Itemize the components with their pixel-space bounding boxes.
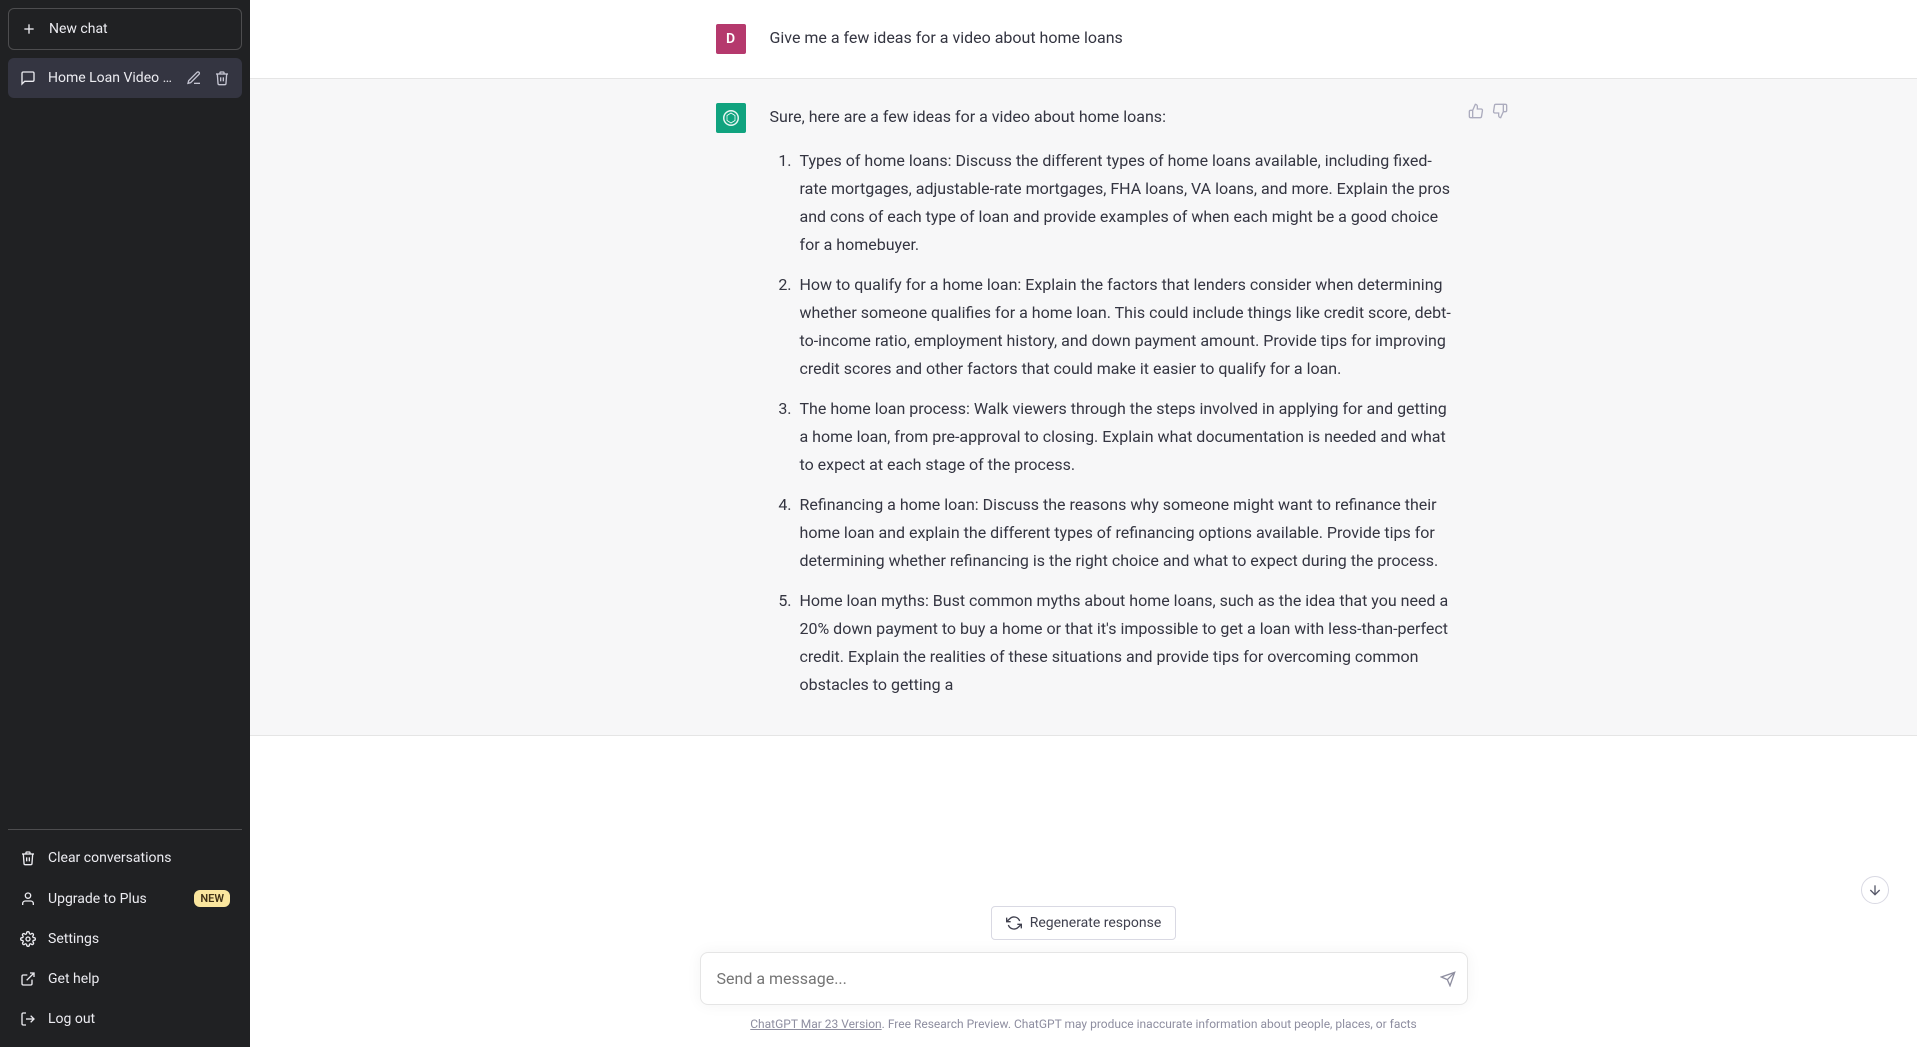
user-message-text: Give me a few ideas for a video about ho… — [770, 24, 1452, 54]
sidebar-chat-item[interactable]: Home Loan Video Idea — [8, 58, 242, 98]
delete-chat-button[interactable] — [214, 70, 230, 86]
chat-title: Home Loan Video Idea — [48, 70, 174, 86]
refresh-icon — [1006, 915, 1022, 931]
list-item: The home loan process: Walk viewers thro… — [796, 395, 1452, 479]
new-badge: NEW — [194, 890, 230, 907]
thumbs-up-button[interactable] — [1468, 103, 1484, 119]
assistant-list: Types of home loans: Discuss the differe… — [770, 147, 1452, 699]
trash-icon — [214, 70, 230, 86]
edit-chat-button[interactable] — [186, 70, 202, 86]
logout-button[interactable]: Log out — [8, 999, 242, 1039]
version-link[interactable]: ChatGPT Mar 23 Version — [750, 1017, 881, 1031]
upgrade-label: Upgrade to Plus — [48, 891, 147, 907]
list-item: How to qualify for a home loan: Explain … — [796, 271, 1452, 383]
thumbs-down-icon — [1492, 103, 1508, 119]
clear-label: Clear conversations — [48, 850, 171, 866]
clear-conversations-button[interactable]: Clear conversations — [8, 838, 242, 878]
send-icon — [1440, 971, 1456, 987]
assistant-intro: Sure, here are a few ideas for a video a… — [770, 103, 1452, 131]
settings-button[interactable]: Settings — [8, 919, 242, 959]
sidebar: New chat Home Loan Video Idea Clear conv… — [0, 0, 250, 1047]
logout-label: Log out — [48, 1011, 95, 1027]
help-button[interactable]: Get help — [8, 959, 242, 999]
message-assistant: Sure, here are a few ideas for a video a… — [250, 79, 1917, 736]
openai-icon — [721, 108, 741, 128]
user-icon — [20, 891, 36, 907]
sidebar-footer: Clear conversations Upgrade to Plus NEW … — [8, 829, 242, 1039]
help-label: Get help — [48, 971, 99, 987]
upgrade-button[interactable]: Upgrade to Plus NEW — [8, 878, 242, 919]
user-avatar: D — [716, 24, 746, 54]
conversation-scroll[interactable]: D Give me a few ideas for a video about … — [250, 0, 1917, 1047]
input-row — [700, 952, 1468, 1005]
send-button[interactable] — [1440, 971, 1456, 987]
footer-disclaimer: ChatGPT Mar 23 Version. Free Research Pr… — [750, 1017, 1417, 1031]
regenerate-label: Regenerate response — [1030, 915, 1162, 931]
logout-icon — [20, 1011, 36, 1027]
message-user: D Give me a few ideas for a video about … — [250, 0, 1917, 79]
main-panel: D Give me a few ideas for a video about … — [250, 0, 1917, 1047]
regenerate-button[interactable]: Regenerate response — [991, 906, 1177, 940]
new-chat-button[interactable]: New chat — [8, 8, 242, 50]
message-icon — [20, 70, 36, 86]
disclaimer-text: . Free Research Preview. ChatGPT may pro… — [882, 1017, 1417, 1031]
arrow-down-icon — [1867, 882, 1883, 898]
gear-icon — [20, 931, 36, 947]
settings-label: Settings — [48, 931, 99, 947]
feedback-buttons — [1468, 103, 1508, 119]
scroll-to-bottom-button[interactable] — [1861, 876, 1889, 904]
assistant-avatar — [716, 103, 746, 133]
message-input[interactable] — [700, 952, 1468, 1005]
chat-list: Home Loan Video Idea — [8, 58, 242, 829]
list-item: Refinancing a home loan: Discuss the rea… — [796, 491, 1452, 575]
list-item: Home loan myths: Bust common myths about… — [796, 587, 1452, 699]
pencil-icon — [186, 70, 202, 86]
trash-icon — [20, 850, 36, 866]
new-chat-label: New chat — [49, 21, 108, 37]
external-link-icon — [20, 971, 36, 987]
assistant-message-text: Sure, here are a few ideas for a video a… — [770, 103, 1452, 711]
thumbs-down-button[interactable] — [1492, 103, 1508, 119]
plus-icon — [21, 21, 37, 37]
thumbs-up-icon — [1468, 103, 1484, 119]
list-item: Types of home loans: Discuss the differe… — [796, 147, 1452, 259]
